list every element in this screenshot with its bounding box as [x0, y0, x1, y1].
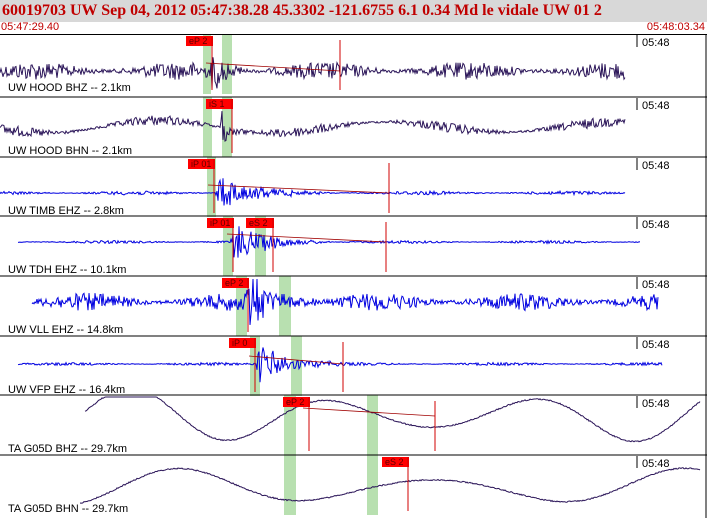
phase-pick-label: iP 01	[210, 218, 230, 228]
channel-label: TA G05D BHN -- 29.7km	[8, 503, 128, 515]
waveform-trace[interactable]	[31, 278, 659, 325]
trace-time-label: 05:48	[642, 160, 670, 172]
pick-window-band	[367, 455, 378, 515]
event-header-bar: 60019703 UW Sep 04, 2012 05:47:38.28 45.…	[0, 0, 707, 22]
phase-pick-label: iS 1	[209, 99, 225, 109]
phase-pick-label: eP 2	[225, 278, 243, 288]
trace-time-label: 05:48	[642, 219, 670, 231]
channel-label: UW TIMB EHZ -- 2.8km	[8, 205, 124, 217]
phase-pick-label: eP 2	[286, 397, 304, 407]
waveform-trace[interactable]	[0, 111, 626, 142]
waveform-trace[interactable]	[17, 226, 641, 258]
event-title: 60019703 UW Sep 04, 2012 05:47:38.28 45.…	[2, 2, 602, 19]
channel-label: UW VLL EHZ -- 14.8km	[8, 324, 123, 336]
phase-pick-label: eS 2	[249, 218, 268, 228]
waveform-trace[interactable]	[79, 467, 701, 504]
window-start-time: 05:47:29.40	[1, 21, 60, 33]
window-end-time: 05:48:03.34	[646, 21, 705, 33]
pick-window-band	[279, 276, 291, 336]
coda-fit-line	[226, 233, 387, 243]
phase-pick-label: eP 2	[189, 36, 207, 46]
phase-pick[interactable]: eS 2	[382, 457, 409, 511]
phase-pick-label: iP 0	[232, 338, 247, 348]
phase-pick-label: iP 01	[191, 159, 211, 169]
channel-label: UW HOOD BHN -- 2.1km	[8, 145, 132, 157]
phase-pick-label: eS 2	[385, 457, 404, 467]
channel-label: UW TDH EHZ -- 10.1km	[8, 264, 126, 276]
trace-time-label: 05:48	[642, 100, 670, 112]
pick-window-band	[284, 455, 296, 515]
waveform-trace[interactable]	[0, 178, 626, 206]
trace-time-label: 05:48	[642, 398, 670, 410]
channel-label: UW HOOD BHZ -- 2.1km	[8, 82, 131, 94]
trace-time-label: 05:48	[642, 279, 670, 291]
channel-label: UW VFP EHZ -- 16.4km	[8, 384, 125, 396]
trace-time-label: 05:48	[642, 339, 670, 351]
pick-window-band	[367, 395, 378, 455]
trace-time-label: 05:48	[642, 458, 670, 470]
waveform-trace[interactable]	[84, 396, 701, 443]
seismogram-panel[interactable]: eP 2 UW HOOD BHZ -- 2.1km 05:48 iS 1 UW HOOD…	[0, 34, 707, 518]
trace-time-label: 05:48	[642, 37, 670, 49]
channel-label: TA G05D BHZ -- 29.7km	[8, 443, 127, 455]
waveform-trace[interactable]	[17, 347, 663, 383]
